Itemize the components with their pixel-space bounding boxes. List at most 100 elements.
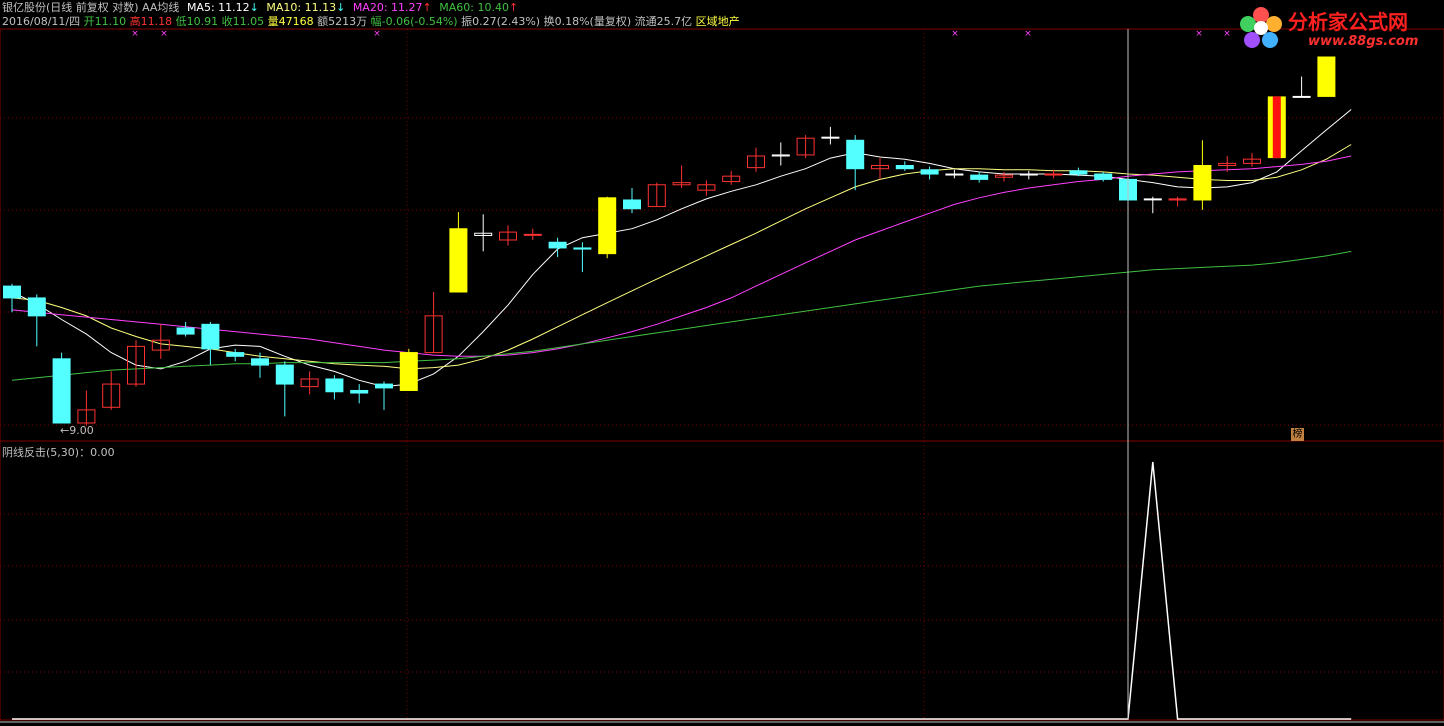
quote-change: 幅-0.06(-0.54%) — [370, 15, 458, 28]
top-marker: × — [1223, 29, 1231, 39]
ma5-label: MA5: 11.12 — [186, 1, 250, 14]
candle-body — [350, 389, 369, 394]
candle-body — [27, 297, 46, 317]
site-logo: 分析家公式网 www.88gs.com — [1236, 4, 1436, 54]
candle — [424, 292, 443, 354]
candle — [399, 348, 418, 391]
candle — [52, 352, 71, 424]
candle — [127, 340, 145, 387]
candle — [449, 212, 468, 293]
ma5-arrow-icon: ↓ — [249, 1, 259, 14]
chart-canvas[interactable]: × × × × × × × — [0, 0, 1444, 726]
indicator-line — [12, 461, 1352, 720]
candle — [771, 142, 790, 166]
candle-body — [573, 247, 592, 250]
candle — [970, 171, 989, 183]
candle — [350, 384, 369, 404]
candle — [176, 321, 195, 337]
candle-body — [201, 323, 220, 350]
quote-high: 高11.18 — [129, 15, 173, 28]
candle-body — [1044, 173, 1063, 176]
candle — [548, 237, 567, 258]
candles — [3, 56, 1336, 426]
top-marker: × — [1024, 29, 1032, 39]
indicator-title: 阴线反击(5,30)：0.00 — [2, 446, 115, 459]
top-marker: × — [131, 29, 139, 39]
candle-body — [945, 173, 964, 176]
candle — [623, 188, 641, 214]
candle-body — [1292, 95, 1311, 98]
candle-body — [523, 233, 542, 236]
low-price-marker: ←9.00 — [60, 424, 94, 437]
candle — [102, 371, 121, 410]
info-line-main: 银亿股份(日线 前复权 对数) AA均线 MA5: 11.12↓ MA10: 1… — [2, 1, 518, 15]
stock-title: 银亿股份(日线 前复权 对数) AA均线 — [2, 1, 180, 14]
top-marker: × — [373, 29, 381, 39]
candle-body — [449, 228, 468, 293]
candle — [523, 228, 542, 240]
candle-body — [275, 364, 294, 385]
candle — [77, 390, 96, 426]
candle — [821, 126, 840, 145]
candle — [251, 352, 269, 378]
candle-body — [548, 241, 567, 249]
indicator-panel-frame — [0, 440, 1444, 721]
candle-body — [846, 139, 865, 170]
rank-badge[interactable]: 榜 — [1291, 428, 1304, 441]
quote-open: 开11.10 — [83, 15, 127, 28]
quote-sector[interactable]: 区域地产 — [696, 15, 740, 28]
candle-body — [251, 358, 269, 366]
quote-turnover: 换0.18%(量复权) — [543, 15, 632, 28]
candle — [27, 294, 46, 347]
candle-body — [375, 383, 393, 389]
candle — [871, 158, 889, 180]
candle — [499, 225, 517, 246]
candle — [1193, 140, 1212, 210]
candle — [275, 361, 294, 417]
chart-grid — [0, 28, 1444, 723]
candle — [846, 135, 865, 191]
candle — [1292, 76, 1311, 98]
candle-body — [52, 358, 71, 424]
logo-text: 分析家公式网 — [1288, 10, 1408, 34]
candle-body — [325, 378, 344, 393]
indicator-signal-line — [12, 461, 1352, 720]
candle-body — [623, 199, 641, 210]
candle — [151, 324, 170, 359]
candle — [747, 147, 765, 172]
ma60-label: MA60: 10.40 — [439, 1, 509, 14]
candle — [226, 348, 245, 362]
candle — [1243, 152, 1261, 167]
ma20-arrow-icon: ↑ — [422, 1, 432, 14]
quote-low: 低10.91 — [175, 15, 219, 28]
candle — [1267, 96, 1286, 159]
ma60-arrow-icon: ↑ — [508, 1, 519, 14]
logo-url: www.88gs.com — [1308, 34, 1419, 49]
candle — [672, 165, 691, 189]
candle — [598, 196, 617, 259]
candle — [722, 170, 741, 185]
candle-body — [821, 136, 840, 139]
candle — [300, 371, 319, 395]
candle-body — [399, 352, 418, 391]
candle-body — [920, 169, 939, 175]
candle — [3, 283, 21, 313]
ma20-label: MA20: 11.27 — [352, 1, 423, 14]
price-panel-frame — [0, 28, 1444, 442]
top-marker: × — [951, 29, 959, 39]
ma10-label: MA10: 11.13 — [266, 1, 337, 14]
candle — [573, 242, 592, 273]
candle — [945, 169, 964, 179]
candle — [201, 321, 220, 366]
top-markers: × × × × × × × — [131, 29, 1231, 39]
candle-body — [970, 174, 989, 180]
candle — [1019, 170, 1038, 180]
candle-body — [1193, 165, 1212, 201]
candle — [1143, 196, 1162, 214]
info-line-quote: 2016/08/11/四 开11.10 高11.18 低10.91 收11.05… — [2, 15, 740, 29]
candle-body — [176, 327, 195, 335]
quote-amplitude: 振0.27(2.43%) — [461, 15, 541, 28]
candle — [1168, 196, 1187, 207]
candle — [895, 161, 914, 171]
candle — [325, 375, 344, 400]
